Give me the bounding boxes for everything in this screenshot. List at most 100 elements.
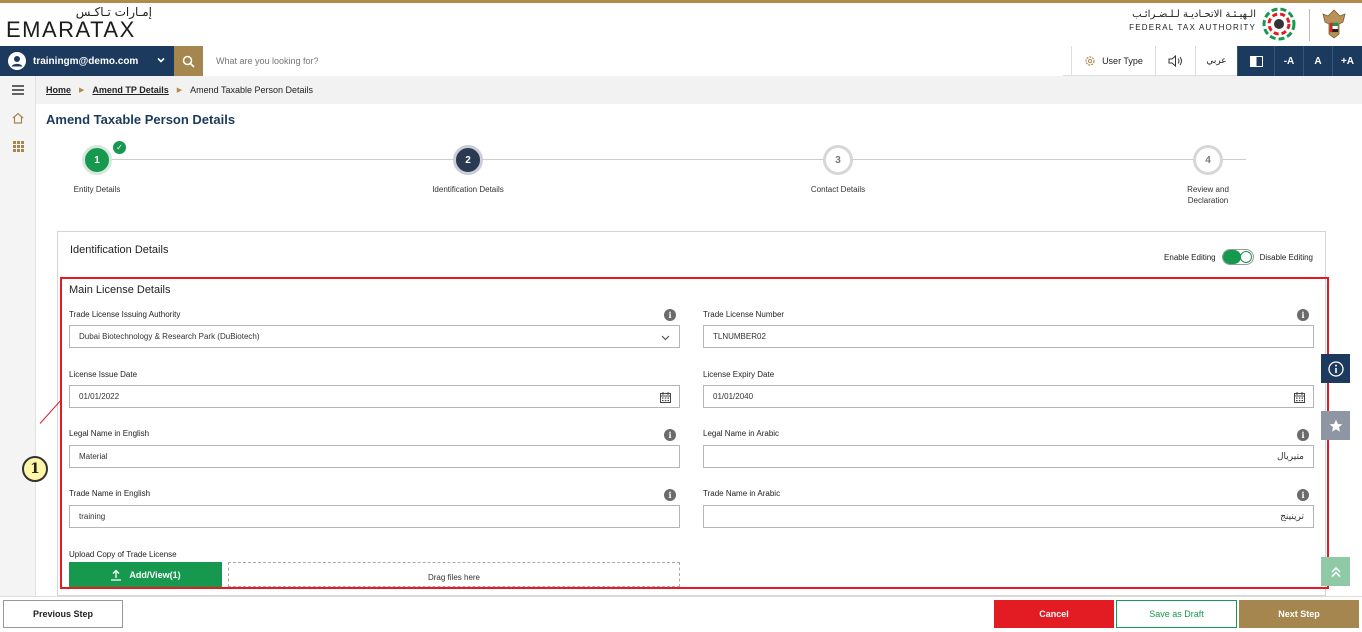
legal-name-ar-value: متيريال xyxy=(1276,451,1304,462)
expiry-date-input[interactable]: 01/01/2040 xyxy=(703,385,1314,408)
issue-date-value: 01/01/2022 xyxy=(79,392,120,401)
page-title: Amend Taxable Person Details xyxy=(46,112,236,127)
step-review-declaration[interactable]: 4 Review and Declaration xyxy=(1168,145,1248,206)
disable-editing-label: Disable Editing xyxy=(1259,252,1313,262)
font-increase-button[interactable]: +A xyxy=(1332,46,1362,76)
logo-english: EMARATAX xyxy=(6,17,136,42)
header-divider xyxy=(1309,9,1310,41)
save-draft-button[interactable]: Save as Draft xyxy=(1116,600,1237,628)
fta-arabic: الـهيـئـة الاتحـاديـة لـلـضـرائـب xyxy=(1132,9,1256,20)
speaker-icon xyxy=(1168,55,1182,67)
file-dropzone[interactable]: Drag files here xyxy=(228,562,680,587)
language-toggle[interactable]: عربي xyxy=(1195,46,1237,76)
info-circle-icon xyxy=(1327,360,1344,377)
emaratax-logo[interactable]: إمـارات تـاكـس EMARATAX xyxy=(6,5,152,43)
info-icon[interactable]: i xyxy=(1297,309,1309,321)
upload-button-label: Add/View(1) xyxy=(129,569,181,580)
trade-name-en-input[interactable]: training xyxy=(69,505,680,528)
legal-name-ar-label: Legal Name in Arabic xyxy=(703,429,780,438)
user-menu[interactable]: trainingm@demo.com xyxy=(0,46,174,76)
trade-name-en-value: training xyxy=(79,512,106,521)
toggle-knob xyxy=(1239,251,1252,263)
license-number-label: Trade License Number xyxy=(703,310,785,319)
home-icon xyxy=(12,112,24,124)
breadcrumb-amend-tp-link[interactable]: Amend TP Details xyxy=(92,85,168,95)
user-type-button[interactable]: User Type xyxy=(1071,46,1155,76)
language-label: عربي xyxy=(1206,56,1227,66)
font-normal-button[interactable]: A xyxy=(1303,46,1332,76)
issue-date-label: License Issue Date xyxy=(69,370,138,379)
info-icon[interactable]: i xyxy=(664,489,676,501)
calendar-icon[interactable] xyxy=(1294,392,1305,403)
gear-icon xyxy=(1085,56,1095,66)
breadcrumb-arrow-icon: ▶ xyxy=(79,87,85,94)
step-entity-details[interactable]: 1 Entity Details xyxy=(52,145,142,195)
breadcrumb-arrow-icon: ▶ xyxy=(176,87,183,94)
info-icon[interactable]: i xyxy=(664,309,676,321)
breadcrumb-current: Amend Taxable Person Details xyxy=(190,85,314,95)
contrast-button[interactable] xyxy=(1237,46,1274,76)
step-4-circle: 4 xyxy=(1193,145,1223,175)
grid-icon xyxy=(12,140,24,152)
step-1-label: Entity Details xyxy=(73,185,121,194)
info-icon[interactable]: i xyxy=(1297,429,1309,441)
upload-label: Upload Copy of Trade License xyxy=(69,550,177,559)
uae-emblem-icon xyxy=(1322,9,1346,39)
callout-marker: 1 xyxy=(22,456,48,482)
step-contact-details[interactable]: 3 Contact Details xyxy=(788,145,888,195)
breadcrumb-home-link[interactable]: Home xyxy=(46,85,71,95)
sidebar-item-home[interactable] xyxy=(0,104,36,132)
sidebar xyxy=(0,76,36,596)
highlight-box xyxy=(60,277,1329,589)
favorite-side-button[interactable] xyxy=(1321,411,1350,440)
info-side-button[interactable] xyxy=(1321,354,1350,383)
main-license-title: Main License Details xyxy=(69,284,171,296)
menu-toggle[interactable] xyxy=(0,76,36,104)
step-identification-details[interactable]: 2 Identification Details xyxy=(412,145,524,195)
trade-name-en-label: Trade Name in English xyxy=(69,489,151,498)
step-3-circle: 3 xyxy=(823,145,853,175)
issue-date-input[interactable]: 01/01/2022 xyxy=(69,385,680,408)
trade-name-ar-value: ترينينج xyxy=(1280,511,1304,522)
editing-toggle[interactable] xyxy=(1221,249,1254,265)
step-4-label: Review and Declaration xyxy=(1187,185,1229,205)
font-decrease-button[interactable]: -A xyxy=(1274,46,1303,76)
contrast-icon xyxy=(1249,55,1263,67)
legal-name-en-value: Material xyxy=(79,452,108,461)
progress-stepper: 1 Entity Details ✓ 2 Identification Deta… xyxy=(36,140,1362,210)
license-number-input[interactable]: TLNUMBER02 xyxy=(703,325,1314,348)
user-avatar-icon xyxy=(8,52,26,70)
step-3-label: Contact Details xyxy=(810,185,866,194)
scroll-top-button[interactable] xyxy=(1321,557,1350,586)
trade-name-ar-input[interactable]: ترينينج xyxy=(703,505,1314,528)
navbar-actions: User Type عربي -A A +A xyxy=(1071,46,1362,76)
next-step-button[interactable]: Next Step xyxy=(1239,600,1359,628)
step-connector xyxy=(112,159,1246,160)
legal-name-ar-input[interactable]: متيريال xyxy=(703,445,1314,468)
license-number-value: TLNUMBER02 xyxy=(713,332,766,341)
double-chevron-up-icon xyxy=(1330,566,1341,577)
star-icon xyxy=(1329,419,1342,432)
card-title: Identification Details xyxy=(70,244,169,256)
chevron-down-icon xyxy=(157,57,165,63)
trade-name-ar-label: Trade Name in Arabic xyxy=(703,489,781,498)
chevron-down-icon xyxy=(661,335,670,341)
cancel-button[interactable]: Cancel xyxy=(994,600,1114,628)
info-icon[interactable]: i xyxy=(664,429,676,441)
add-view-upload-button[interactable]: Add/View(1) xyxy=(69,562,222,587)
fta-english: FEDERAL TAX AUTHORITY xyxy=(1129,23,1256,32)
info-icon[interactable]: i xyxy=(1297,489,1309,501)
search-input[interactable] xyxy=(203,46,1063,76)
issuing-authority-select[interactable]: Dubai Biotechnology & Research Park (DuB… xyxy=(69,325,680,348)
user-type-label: User Type xyxy=(1102,56,1143,66)
search-button[interactable] xyxy=(174,46,203,76)
accessibility-audio-button[interactable] xyxy=(1155,46,1195,76)
calendar-icon[interactable] xyxy=(660,392,671,403)
legal-name-en-input[interactable]: Material xyxy=(69,445,680,468)
issuing-authority-label: Trade License Issuing Authority xyxy=(69,310,181,319)
enable-editing-label: Enable Editing xyxy=(1164,252,1216,262)
expiry-date-value: 01/01/2040 xyxy=(713,392,754,401)
previous-step-button[interactable]: Previous Step xyxy=(3,600,123,628)
search-icon xyxy=(182,55,195,68)
sidebar-item-apps[interactable] xyxy=(0,132,36,160)
